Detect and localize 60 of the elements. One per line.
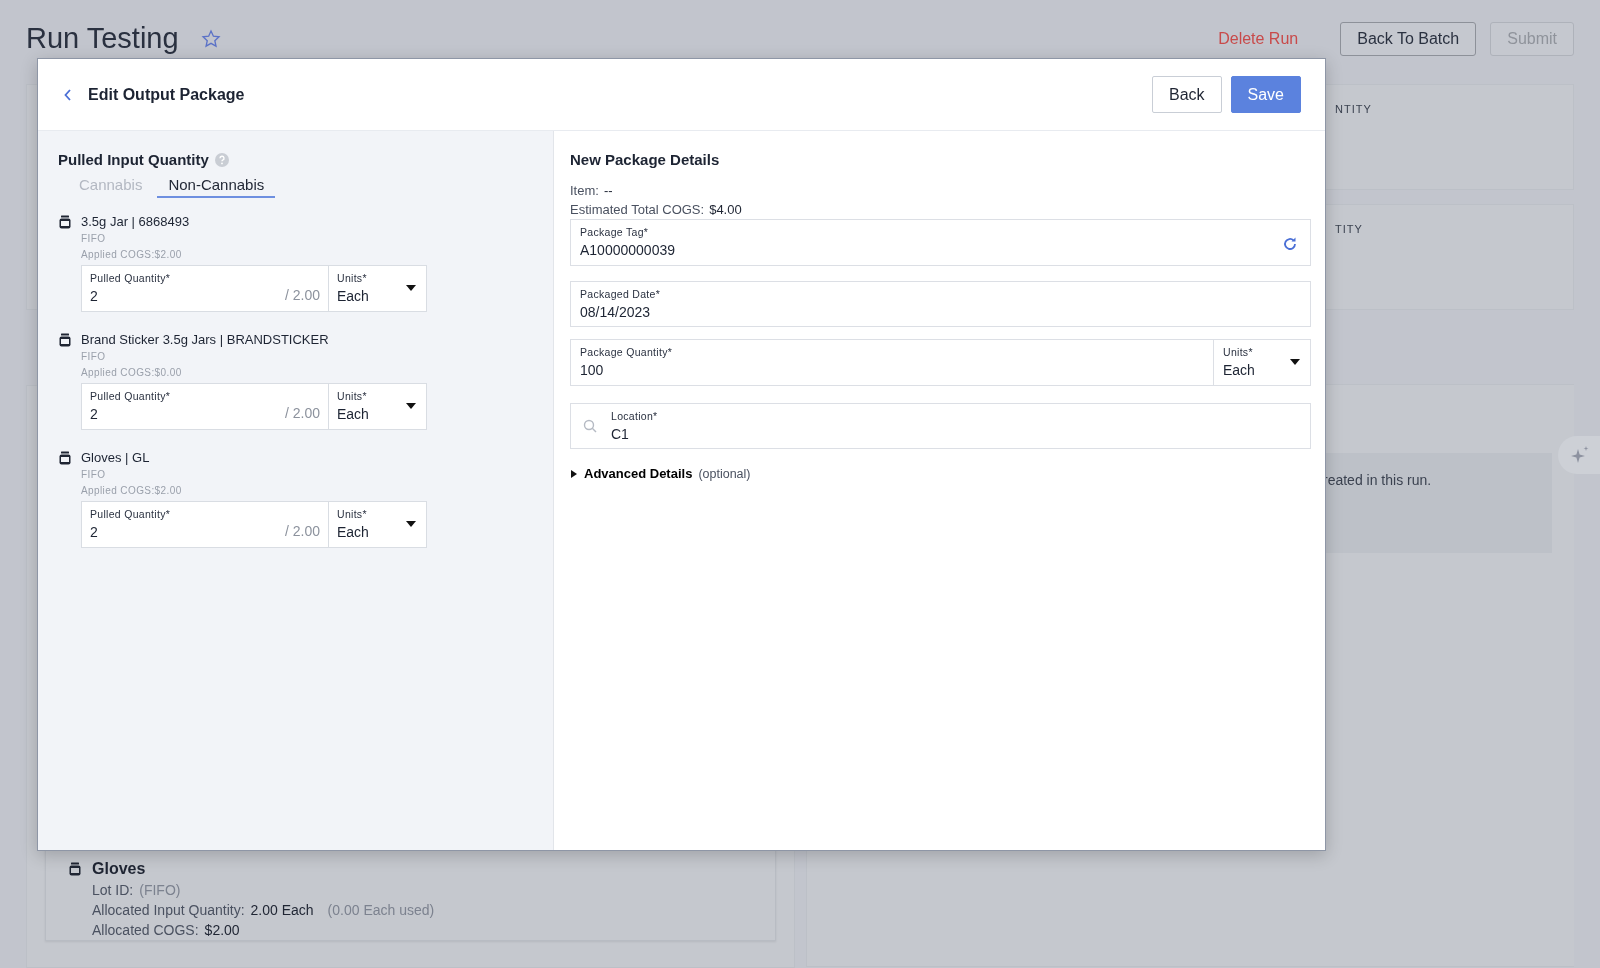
caret-icon: [570, 469, 578, 478]
card-label: TITY: [1335, 223, 1363, 235]
jar-icon: [58, 215, 72, 229]
dialog-title: Edit Output Package: [88, 85, 245, 104]
section-heading: Pulled Input Quantity: [58, 151, 209, 168]
caret-icon: [1290, 359, 1300, 365]
cogs-value: $4.00: [709, 202, 742, 217]
units-select[interactable]: Units* Each: [329, 383, 427, 430]
cogs-text: Applied COGS:$2.00: [81, 249, 183, 260]
caret-icon: [406, 285, 416, 291]
cogs-label: Estimated Total COGS:: [570, 202, 705, 217]
item-value: --: [603, 183, 613, 198]
input-name: Brand Sticker 3.5g Jars | BRANDSTICKER: [81, 332, 330, 347]
item-label: Item:: [570, 183, 599, 198]
max-quantity: / 2.00: [284, 405, 320, 421]
category-tab[interactable]: Non-Cannabis: [157, 174, 276, 198]
allocated-value: 2.00 Each: [250, 902, 314, 918]
quantity-field[interactable]: Package Quantity* 100: [570, 339, 1214, 386]
quantity-field[interactable]: Pulled Quantity* 2 / 2.00: [81, 501, 329, 548]
star-icon[interactable]: [200, 28, 221, 49]
search-icon: [583, 419, 597, 433]
jar-icon: [68, 862, 82, 876]
jar-icon: [58, 333, 72, 347]
quantity-field[interactable]: Pulled Quantity* 2 / 2.00: [81, 383, 329, 430]
cogs-text: Applied COGS:$2.00: [81, 485, 183, 496]
method-text: FIFO: [81, 233, 107, 244]
location-field[interactable]: Location* C1: [570, 403, 1311, 449]
quantity-field[interactable]: Pulled Quantity* 2 / 2.00: [81, 265, 329, 312]
cogs-value: $2.00: [204, 922, 240, 938]
lot-label: Lot ID:: [92, 882, 134, 898]
used-note: (0.00 Each used): [327, 902, 435, 918]
advanced-toggle[interactable]: Advanced Details (optional): [570, 466, 751, 481]
units-select[interactable]: Units* Each: [329, 501, 427, 548]
refresh-icon[interactable]: [1282, 236, 1298, 252]
max-quantity: / 2.00: [284, 523, 320, 539]
page-title: Run Testing: [26, 22, 179, 55]
card-label: NTITY: [1335, 103, 1372, 115]
input-name: 3.5g Jar | 6868493: [81, 214, 191, 229]
input-name: Gloves: [92, 860, 146, 878]
units-select[interactable]: Units* Each: [1214, 339, 1311, 386]
package-tag-field[interactable]: Package Tag* A10000000039: [570, 219, 1311, 266]
save-button[interactable]: Save: [1230, 76, 1301, 113]
action-button[interactable]: Back To Batch: [1340, 22, 1477, 56]
max-quantity: / 2.00: [284, 287, 320, 303]
units-select[interactable]: Units* Each: [329, 265, 427, 312]
input-name: Gloves | GL: [81, 450, 151, 465]
lot-value: (FIFO): [139, 882, 181, 898]
back-button[interactable]: Back: [1151, 76, 1222, 113]
help-icon[interactable]: [214, 152, 229, 167]
method-text: FIFO: [81, 469, 107, 480]
allocated-label: Allocated Input Quantity:: [92, 902, 245, 918]
jar-icon: [58, 451, 72, 465]
date-field[interactable]: Packaged Date* 08/14/2023: [570, 281, 1311, 327]
caret-icon: [406, 403, 416, 409]
cogs-text: Applied COGS:$0.00: [81, 367, 183, 378]
method-text: FIFO: [81, 351, 107, 362]
caret-icon: [406, 521, 416, 527]
section-heading: New Package Details: [570, 151, 720, 168]
back-chevron-icon[interactable]: [64, 88, 72, 101]
cogs-label: Allocated COGS:: [92, 922, 199, 938]
